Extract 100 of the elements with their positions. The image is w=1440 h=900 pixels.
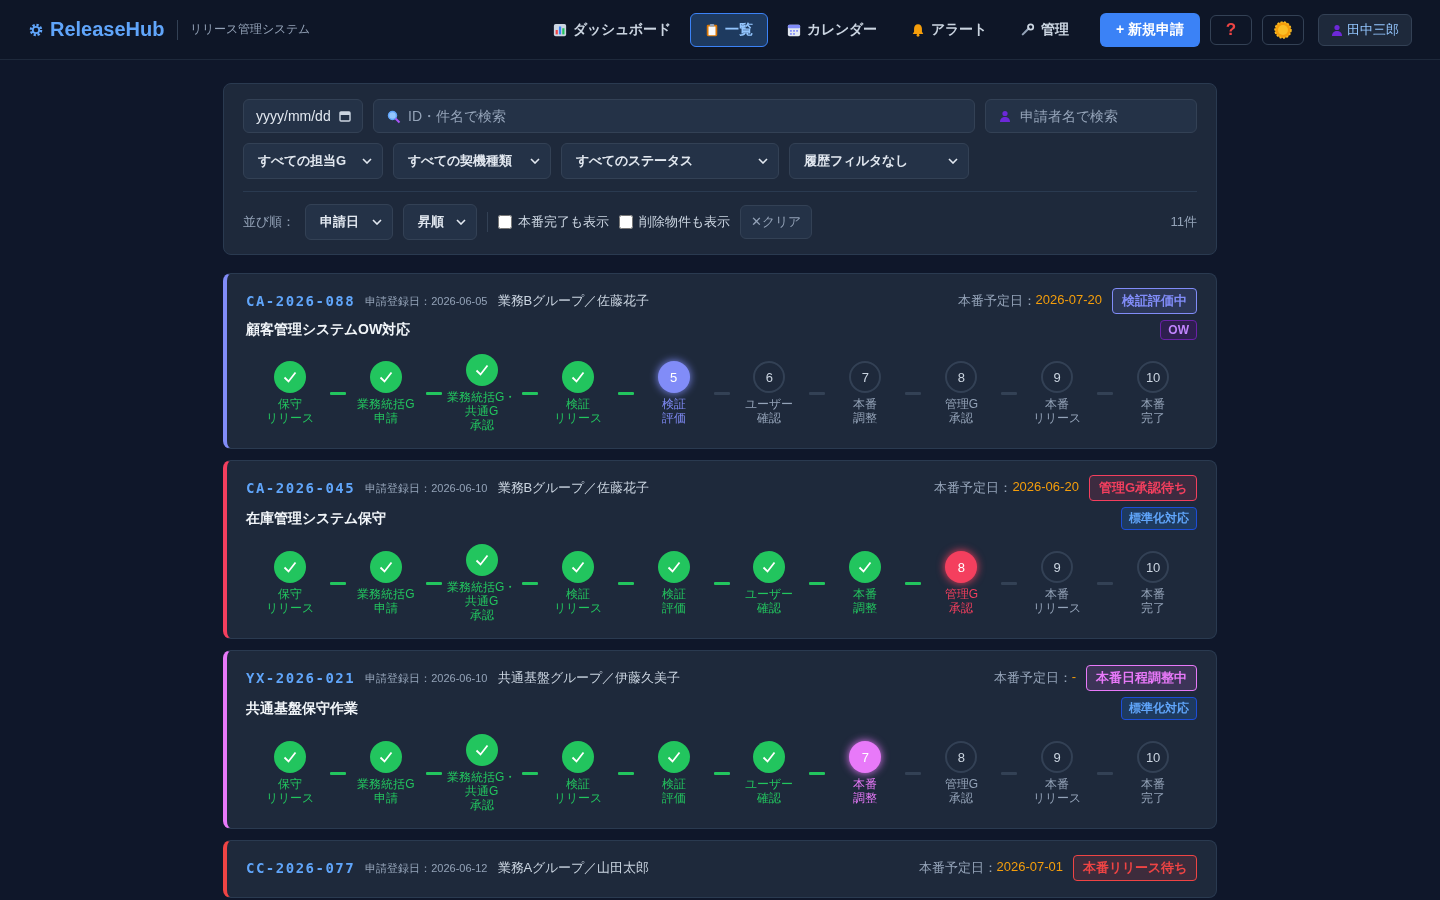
bell-icon [910,22,925,37]
step-label: 確認 [756,411,783,425]
step-label: リリース [265,601,314,615]
step-label: 検証 [564,587,591,601]
filter-select[interactable]: すべての担当G [243,143,383,179]
step-label: ユーザー [745,587,794,601]
chevron-down-icon [758,158,768,164]
bar-chart-icon [552,22,567,37]
search-field[interactable]: ID・件名で検索 [373,99,975,133]
due-date: - [1071,669,1076,686]
due-date: 2026-07-01 [996,859,1063,876]
app-subtitle: リリース管理システム [189,21,310,38]
due-label: 本番予定日： [934,479,1013,497]
group-applicant: 共通基盤グループ／伊藤久美子 [497,669,680,687]
step-label: リリース [265,791,314,805]
result-count: 11件 [1170,213,1197,231]
person-icon [1331,23,1343,36]
step-label: 検証 [661,587,686,601]
status-badge: 本番リリース待ち [1073,855,1197,881]
date-field[interactable]: yyyy/mm/dd [243,99,363,133]
step-label: 承認 [948,411,975,425]
status-badge: 本番日程調整中 [1086,665,1197,691]
clear-button[interactable]: ✕クリア [740,205,812,239]
request-card[interactable]: YX-2026-021 申請登録日：2026-06-10 共通基盤グループ／伊藤久美子 本番予定日：- 本番日程調整中 共通基盤保守作業 標準化対応 保守 リリース 業務統括G 申請 業務統括G・共通G 承認 検証 リリース 検証 評価 ユーザー 確認 7 本番 調整 8 管理G 承認 9 本番 リリース 10 本番 完了 [223,650,1217,829]
step-number: 9 [1041,551,1074,583]
filter-select[interactable]: すべての契機種類 [393,143,551,179]
help-button[interactable]: ? [1210,14,1252,45]
group-applicant: 業務Bグループ／佐藤花子 [497,479,650,497]
step-number: 10 [1137,361,1170,393]
status-badge: 検証評価中 [1112,288,1197,314]
step-label: 保守 [276,587,303,601]
user-button[interactable]: 田中三郎 [1318,13,1412,46]
checkbox[interactable] [498,215,512,229]
step-label: リリース [1033,601,1082,615]
request-card[interactable]: CC-2026-077 申請登録日：2026-06-12 業務Aグループ／山田太郎 本番予定日：2026-07-01 本番リリース待ち [223,840,1217,898]
chevron-down-icon [530,158,540,164]
request-id[interactable]: YX-2026-021 [246,670,356,686]
nav-tab[interactable]: ダッシュボード [537,12,686,47]
registration-date: 申請登録日：2026-06-12 [365,860,488,876]
request-id[interactable]: CC-2026-077 [246,860,356,876]
registration-date: 申請登録日：2026-06-10 [365,670,488,686]
chevron-down-icon [372,219,382,225]
group-applicant: 業務Aグループ／山田太郎 [497,859,650,877]
app-logo[interactable]: ReleaseHub [50,18,165,41]
step-label: 承認 [948,601,975,615]
request-card[interactable]: CA-2026-088 申請登録日：2026-06-05 業務Bグループ／佐藤花子 本番予定日：2026-07-20 検証評価中 顧客管理システムOW対応 OW 保守 リリース 業務統括G 申請 業務統括G・共通G 承認 検証 リリース 5 検証 評価 6 ユーザー 確認 7 本番 調整 8 管理G 承認 9 本番 リリース 10 本番 完了 [223,273,1217,449]
new-request-button[interactable]: + 新規申請 [1099,12,1200,47]
step-number: 8 [945,741,978,773]
checkbox[interactable] [619,215,633,229]
step-label: 本番 [1044,587,1071,601]
checkbox-label[interactable]: 削除物件も表示 [639,213,730,231]
nav-tab[interactable]: アラート [895,12,1002,47]
calendar-icon [786,22,801,37]
step-label: 管理G [944,777,978,791]
category-tag: 標準化対応 [1121,507,1197,530]
step-label: 業務統括G・共通G [446,580,518,608]
request-title: 顧客管理システムOW対応 [246,321,411,339]
step-label: 業務統括G [357,587,415,601]
step-label: 完了 [1141,791,1166,805]
status-badge: 管理G承認待ち [1088,475,1197,501]
sort-key-select[interactable]: 申請日 [305,204,393,240]
step-label: 業務統括G・共通G [446,390,518,418]
category-tag: 標準化対応 [1121,697,1197,720]
theme-button[interactable] [1262,14,1304,45]
step-label: 調整 [853,601,878,615]
nav-tab[interactable]: カレンダー [771,12,892,47]
sort-order-select[interactable]: 昇順 [403,204,477,240]
step-number: 9 [1041,361,1074,393]
due-label: 本番予定日： [957,292,1036,310]
step-label: 本番 [1141,777,1166,791]
step-label: リリース [1033,411,1082,425]
request-title: 在庫管理システム保守 [246,509,386,528]
step-label: 保守 [276,397,303,411]
request-id[interactable]: CA-2026-088 [246,293,356,309]
due-label: 本番予定日： [918,859,997,877]
sun-icon [1274,20,1292,39]
step-number: 10 [1137,741,1170,773]
step-label: 確認 [756,791,783,805]
filter-select[interactable]: 履歴フィルタなし [789,143,969,179]
filter-select[interactable]: すべてのステータス [561,143,779,179]
calendar-icon [339,110,351,122]
nav-tab[interactable]: 一覧 [689,12,768,47]
step-label: 承認 [468,418,495,432]
request-card[interactable]: CA-2026-045 申請登録日：2026-06-10 業務Bグループ／佐藤花子 本番予定日：2026-06-20 管理G承認待ち 在庫管理システム保守 標準化対応 保守 リリース 業務統括G 申請 業務統括G・共通G 承認 検証 リリース 検証 評価 ユーザー 確認 本番 調整 8 管理G 承認 9 本番 リリース 10 本番 完了 [223,460,1217,639]
step-label: 業務統括G [357,397,415,411]
step-number: 7 [849,361,882,393]
step-label: リリース [265,411,314,425]
step-label: 調整 [853,791,878,805]
step-label: 完了 [1141,601,1166,615]
step-label: 承認 [948,791,975,805]
nav-tab[interactable]: 管理 [1005,12,1084,47]
applicant-search-field[interactable]: 申請者名で検索 [985,99,1197,133]
clipboard-icon [704,22,719,37]
checkbox-label[interactable]: 本番完了も表示 [518,213,609,231]
due-date: 2026-06-20 [1012,479,1079,496]
step-label: 管理G [944,587,978,601]
request-id[interactable]: CA-2026-045 [246,480,356,496]
step-label: 申請 [372,411,399,425]
step-label: 検証 [661,397,686,411]
step-label: 本番 [1044,397,1071,411]
